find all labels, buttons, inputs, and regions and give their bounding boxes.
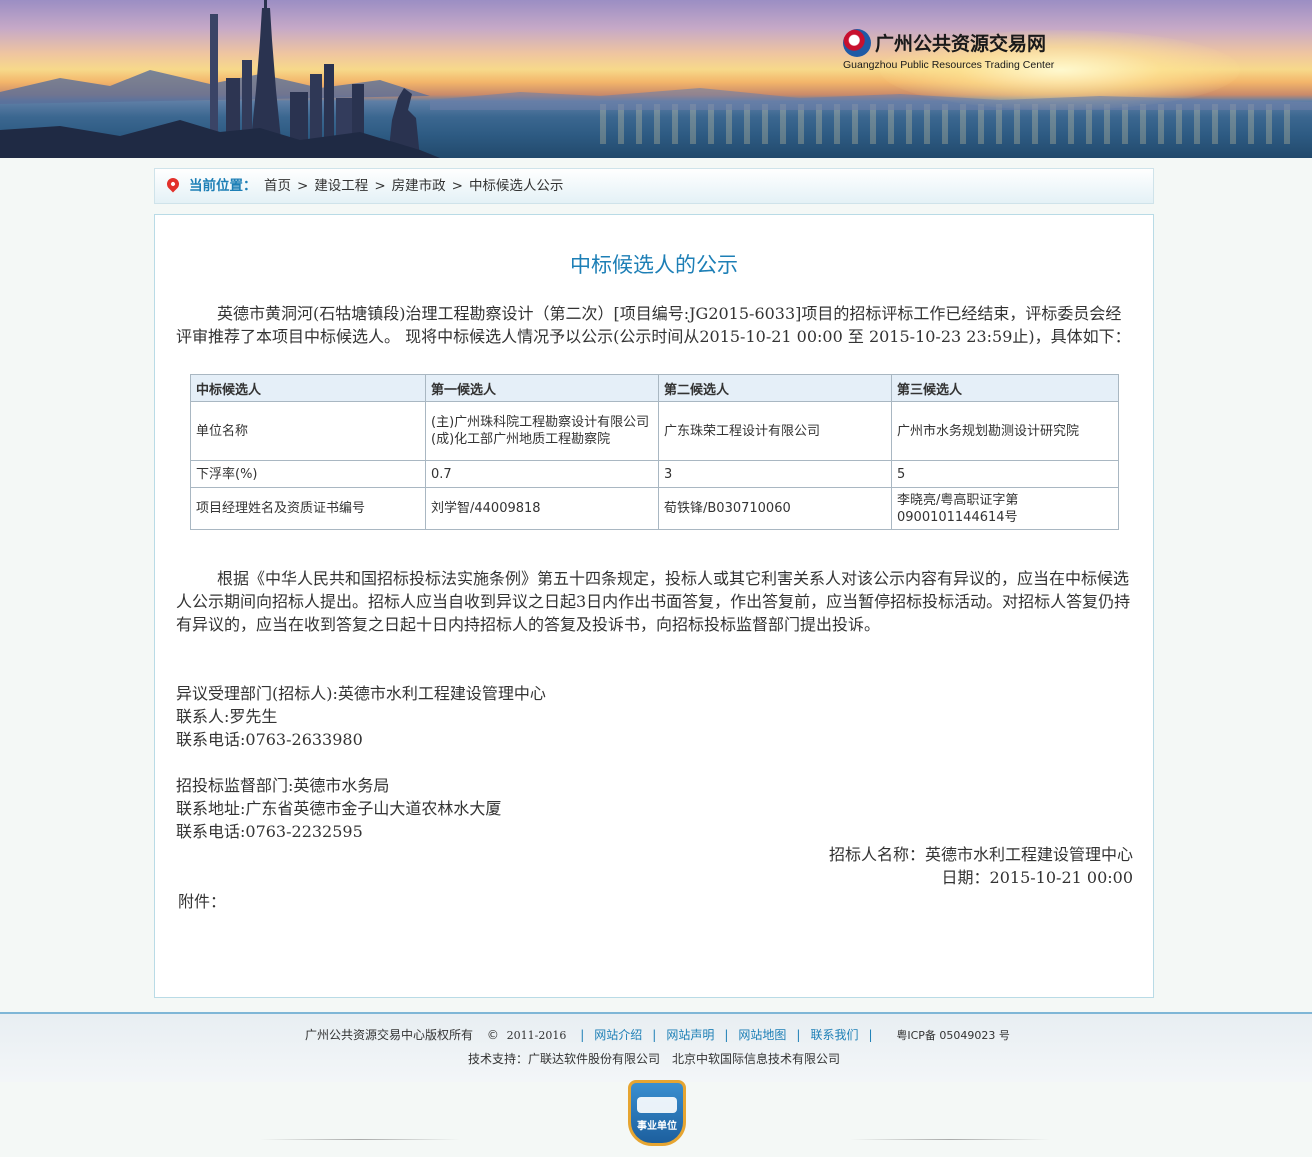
footer-separator: | — [868, 1028, 873, 1042]
table-cell: 3 — [658, 460, 892, 488]
breadcrumb-municipal[interactable]: 房建市政 — [392, 178, 446, 194]
header-banner: 广州公共资源交易网 Guangzhou Public Resources Tra… — [0, 0, 1312, 158]
logo-emblem-icon — [843, 29, 871, 57]
table-cell: 广州市水务规划勘测设计研究院 — [891, 401, 1119, 461]
footer-link-contact[interactable]: 联系我们 — [810, 1028, 858, 1042]
badge-wave-icon — [637, 1097, 677, 1113]
breadcrumb-separator: > — [297, 178, 309, 194]
breadcrumb-separator: > — [374, 178, 386, 194]
table-cell: 荀铁锋/B030710060 — [658, 487, 892, 530]
table-row: 单位名称 (主)广州珠科院工程勘察设计有限公司(成)化工部广州地质工程勘察院 广… — [190, 401, 1119, 461]
footer-separator: | — [796, 1028, 801, 1042]
footer-separator: | — [652, 1028, 657, 1042]
copyright-text: 广州公共资源交易中心版权所有 — [305, 1028, 474, 1042]
candidates-table: 中标候选人 第一候选人 第二候选人 第三候选人 单位名称 (主)广州珠科院工程勘… — [190, 374, 1119, 530]
table-cell: (主)广州珠科院工程勘察设计有限公司(成)化工部广州地质工程勘察院 — [425, 401, 659, 461]
table-cell: 广东珠荣工程设计有限公司 — [658, 401, 892, 461]
table-header-cell: 中标候选人 — [190, 374, 426, 402]
supervision-phone: 联系电话:0763-2232595 — [176, 822, 363, 841]
breadcrumb: 当前位置： 首页 > 建设工程 > 房建市政 > 中标候选人公示 — [154, 168, 1154, 204]
footer-separator: | — [580, 1028, 585, 1042]
breadcrumb-current[interactable]: 中标候选人公示 — [469, 178, 564, 194]
table-cell: 刘学智/44009818 — [425, 487, 659, 530]
table-cell: 项目经理姓名及资质证书编号 — [190, 487, 426, 530]
table-row: 项目经理姓名及资质证书编号 刘学智/44009818 荀铁锋/B03071006… — [190, 487, 1119, 530]
table-cell: 0.7 — [425, 460, 659, 488]
table-cell: 下浮率(%) — [190, 460, 426, 488]
location-pin-icon — [164, 175, 182, 193]
attachment-label: 附件： — [178, 892, 227, 911]
supervision-dept: 招投标监督部门:英德市水务局 — [176, 776, 390, 795]
skyline-illustration — [0, 0, 1312, 158]
objection-contact-block: 异议受理部门(招标人):英德市水利工程建设管理中心 联系人:罗先生 联系电话:0… — [176, 682, 1131, 751]
footer-separator: | — [724, 1028, 729, 1042]
footer-link-sitemap[interactable]: 网站地图 — [738, 1028, 786, 1042]
table-header-cell: 第三候选人 — [891, 374, 1119, 402]
table-header-cell: 第二候选人 — [658, 374, 892, 402]
objection-phone: 联系电话:0763-2633980 — [176, 730, 363, 749]
table-row: 下浮率(%) 0.7 3 5 — [190, 460, 1119, 488]
tenderer-name: 招标人名称：英德市水利工程建设管理中心 — [828, 845, 1133, 864]
copyright-symbol: © — [486, 1028, 499, 1042]
footer-copyright-row: 广州公共资源交易中心版权所有 © 2011-2016 | 网站介绍 | 网站声明 | 网站… — [305, 1026, 1010, 1043]
table-cell: 5 — [891, 460, 1119, 488]
badge-label: 事业单位 — [637, 1121, 677, 1132]
notice-date: 日期：2015-10-21 00:00 — [941, 868, 1133, 887]
footer-decoration-line — [260, 1139, 460, 1140]
icp-number[interactable]: 粤ICP备 05049023 号 — [896, 1029, 1010, 1042]
intro-text: 英德市黄洞河(石牯塘镇段)治理工程勘察设计（第二次）[项目编号:JG2015-6… — [176, 304, 1131, 346]
notice-panel: 中标候选人的公示 英德市黄洞河(石牯塘镇段)治理工程勘察设计（第二次）[项目编号… — [154, 214, 1154, 998]
site-footer: 广州公共资源交易中心版权所有 © 2011-2016 | 网站介绍 | 网站声明 | 网站… — [0, 1014, 1312, 1082]
objection-dept: 异议受理部门(招标人):英德市水利工程建设管理中心 — [176, 684, 546, 703]
supervision-contact-block: 招投标监督部门:英德市水务局 联系地址:广东省英德市金子山大道农林水大厦 联系电… — [176, 774, 1131, 843]
footer-link-about[interactable]: 网站介绍 — [594, 1028, 642, 1042]
breadcrumb-home[interactable]: 首页 — [264, 178, 291, 194]
footer-link-statement[interactable]: 网站声明 — [666, 1028, 714, 1042]
public-institution-badge[interactable]: 事业单位 — [628, 1080, 686, 1146]
page-title: 中标候选人的公示 — [570, 253, 738, 277]
breadcrumb-separator: > — [451, 178, 463, 194]
intro-paragraph: 英德市黄洞河(石牯塘镇段)治理工程勘察设计（第二次）[项目编号:JG2015-6… — [176, 302, 1131, 348]
supervision-address: 联系地址:广东省英德市金子山大道农林水大厦 — [176, 799, 502, 818]
breadcrumb-label: 当前位置： — [189, 178, 257, 194]
site-logo[interactable]: 广州公共资源交易网 Guangzhou Public Resources Tra… — [843, 27, 1063, 75]
logo-en-text: Guangzhou Public Resources Trading Cente… — [843, 59, 1055, 71]
rules-text: 根据《中华人民共和国招标投标法实施条例》第五十四条规定，投标人或其它利害关系人对… — [176, 569, 1131, 634]
copyright-years: 2011-2016 — [506, 1029, 567, 1042]
table-header-cell: 第一候选人 — [425, 374, 659, 402]
logo-cn-text: 广州公共资源交易网 — [875, 33, 1047, 55]
table-header-row: 中标候选人 第一候选人 第二候选人 第三候选人 — [190, 374, 1119, 402]
rules-paragraph: 根据《中华人民共和国招标投标法实施条例》第五十四条规定，投标人或其它利害关系人对… — [176, 567, 1131, 636]
breadcrumb-construction[interactable]: 建设工程 — [314, 178, 368, 194]
table-cell: 李晓亮/粤高职证字第0900101144614号 — [891, 487, 1119, 530]
footer-decoration-line — [850, 1139, 1050, 1140]
objection-contact: 联系人:罗先生 — [176, 707, 278, 726]
tech-support-text: 技术支持：广联达软件股份有限公司 北京中软国际信息技术有限公司 — [468, 1052, 841, 1066]
table-cell: 单位名称 — [190, 401, 426, 461]
signature-block: 招标人名称：英德市水利工程建设管理中心 日期：2015-10-21 00:00 — [829, 843, 1133, 889]
